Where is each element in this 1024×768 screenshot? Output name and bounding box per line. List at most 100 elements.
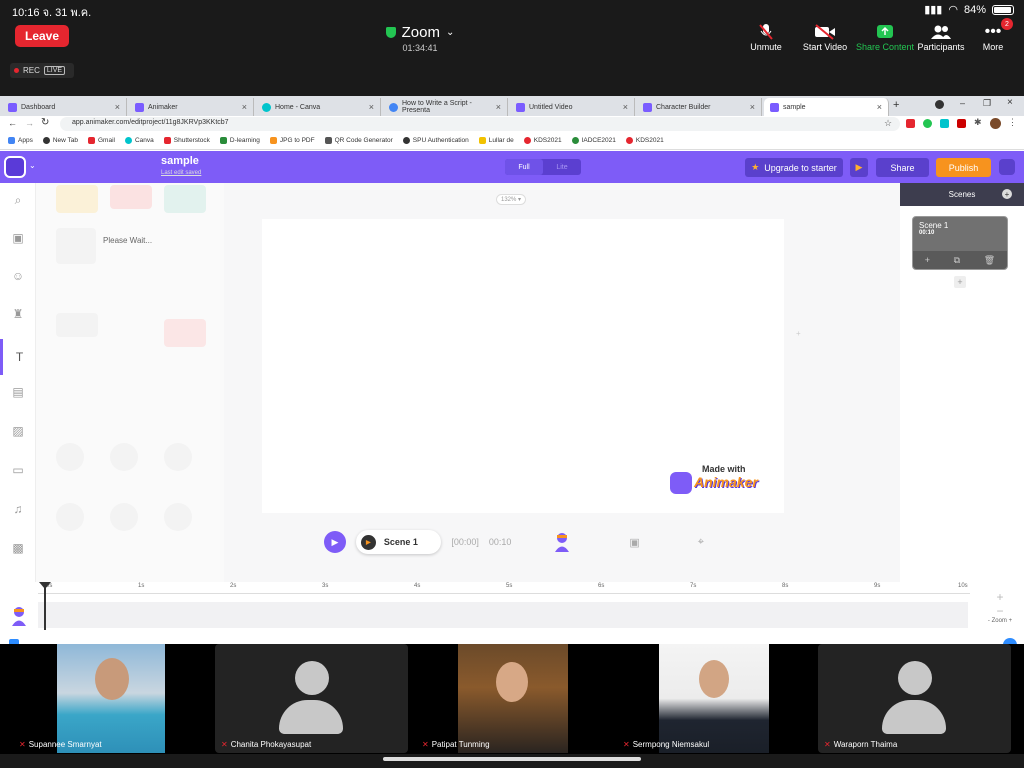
bookmark-item[interactable]: Gmail [88, 137, 115, 144]
timeline-track[interactable] [38, 602, 968, 628]
back-icon[interactable]: ← [8, 118, 17, 128]
close-icon[interactable]: × [750, 102, 755, 112]
asset-thumbnail[interactable] [56, 228, 96, 264]
start-video-button[interactable]: Start Video [793, 22, 857, 52]
minimize-icon[interactable]: – [960, 98, 965, 108]
publish-button[interactable]: Publish [936, 158, 991, 177]
asset-thumbnail[interactable] [110, 185, 152, 209]
templates-icon[interactable]: ▣ [0, 223, 36, 253]
unmute-button[interactable]: Unmute [734, 22, 798, 52]
more-button[interactable]: ••• More 2 [961, 18, 1024, 52]
animaker-logo-icon[interactable] [4, 156, 26, 178]
participant-tile[interactable]: ✕ Supannee Smarnyat [13, 644, 206, 753]
asset-thumbnail[interactable] [110, 443, 138, 471]
last-saved-link[interactable]: Last edit saved [161, 170, 201, 176]
participant-tile[interactable]: ✕ Sermpong Niemsakul [617, 644, 810, 753]
uploads-icon[interactable]: ▩ [0, 533, 36, 563]
bookmark-item[interactable]: Lullar de [478, 137, 514, 144]
playhead[interactable] [44, 582, 46, 630]
tab-search-icon[interactable] [935, 100, 944, 109]
browser-tab-active[interactable]: sample × [764, 98, 889, 116]
scene-card[interactable]: Scene 1 00:10 + ⧉ 🗑 [912, 216, 1008, 270]
add-element-icon[interactable]: + [796, 329, 801, 338]
participant-tile[interactable]: ✕ Patipat Tunming [416, 644, 609, 753]
zoom-out-icon[interactable]: − [980, 604, 1020, 618]
participant-tile[interactable]: ✕ Chanita Phokayasupat [215, 644, 408, 753]
extension-icon[interactable] [940, 119, 949, 128]
forward-icon[interactable]: → [25, 118, 34, 128]
videos-icon[interactable]: ▭ [0, 455, 36, 485]
asset-thumbnail[interactable] [164, 443, 192, 471]
camera-focus-icon[interactable]: ⌖ [698, 536, 704, 549]
timeline-ruler[interactable]: 0s 1s 2s 3s 4s 5s 6s 7s 8s 9s 10s [38, 582, 970, 594]
asset-thumbnail[interactable] [56, 503, 84, 531]
scene-canvas[interactable]: Made with Animaker [262, 219, 784, 513]
music-icon[interactable]: ♫ [0, 494, 36, 524]
search-icon[interactable]: ⌕ [0, 185, 36, 215]
mode-full-button[interactable]: Full [505, 159, 543, 175]
bookmark-item[interactable]: D-learning [219, 137, 260, 144]
bookmark-item[interactable]: QR Code Generator [324, 137, 393, 144]
close-icon[interactable]: × [242, 102, 247, 112]
restore-icon[interactable]: ❐ [983, 98, 991, 109]
zoom-in-icon[interactable]: + [980, 590, 1020, 604]
reload-icon[interactable]: ↻ [41, 117, 49, 128]
bookmark-item[interactable]: Shutterstock [163, 137, 210, 144]
properties-icon[interactable]: ♜ [0, 299, 36, 329]
extension-icon[interactable] [923, 119, 932, 128]
add-scene-icon[interactable]: + [1002, 189, 1012, 199]
canvas-zoom-dropdown[interactable]: 132% ▾ [496, 194, 527, 205]
characters-icon[interactable]: ☺ [0, 261, 36, 291]
bookmark-item[interactable]: KDS2021 [523, 137, 562, 144]
browser-tab[interactable]: Character Builder × [637, 98, 762, 116]
url-input[interactable]: app.animaker.com/editproject/11g8JKRVp3K… [60, 117, 900, 131]
window-close-icon[interactable]: × [1007, 97, 1013, 108]
share-button[interactable]: Share [876, 158, 929, 177]
chevron-down-icon[interactable]: ⌄ [29, 161, 36, 170]
close-icon[interactable]: × [623, 102, 628, 112]
leave-button[interactable]: Leave [15, 25, 69, 47]
new-tab-icon[interactable]: + [893, 99, 899, 111]
bookmark-item[interactable]: Apps [8, 137, 33, 144]
play-button[interactable]: ▶ [324, 531, 346, 553]
browser-tab[interactable]: How to Write a Script - Presenta × [383, 98, 508, 116]
home-indicator[interactable] [383, 757, 641, 761]
trash-icon[interactable]: 🗑 [984, 255, 995, 266]
new-scene-button[interactable]: + [954, 276, 966, 288]
mode-lite-button[interactable]: Lite [543, 159, 581, 175]
asset-thumbnail[interactable] [56, 443, 84, 471]
help-icon[interactable] [999, 159, 1015, 175]
bookmark-item[interactable]: KDS2021 [625, 137, 664, 144]
character-icon[interactable] [553, 532, 571, 552]
close-icon[interactable]: × [369, 102, 374, 112]
browser-tab[interactable]: Untitled Video × [510, 98, 635, 116]
browser-tab[interactable]: Home - Canva × [256, 98, 381, 116]
meeting-title[interactable]: Zoom ⌄ 01:34:41 [370, 24, 470, 53]
preview-play-button[interactable]: ▶ [850, 158, 868, 177]
add-icon[interactable]: + [925, 255, 930, 265]
profile-avatar[interactable] [990, 118, 1001, 129]
share-content-button[interactable]: Share Content [853, 22, 917, 52]
participant-tile[interactable]: ✕ Waraporn Thaima [818, 644, 1011, 753]
text-tool-icon[interactable]: T [0, 339, 36, 375]
asset-thumbnail[interactable] [164, 319, 206, 347]
backgrounds-icon[interactable]: ▤ [0, 377, 36, 407]
images-icon[interactable]: ▨ [0, 416, 36, 446]
screen-icon[interactable]: ▣ [629, 536, 639, 549]
browser-menu-icon[interactable]: ⋮ [1008, 117, 1017, 128]
close-icon[interactable]: × [115, 102, 120, 112]
bookmark-item[interactable]: New Tab [42, 137, 78, 144]
asset-thumbnail[interactable] [56, 185, 98, 213]
character-track-icon[interactable] [10, 606, 28, 631]
scene-play-pill[interactable]: ▶ Scene 1 [355, 530, 442, 554]
duplicate-icon[interactable]: ⧉ [954, 255, 960, 266]
close-icon[interactable]: × [877, 102, 882, 112]
bookmark-item[interactable]: IADCE2021 [571, 137, 616, 144]
extensions-puzzle-icon[interactable]: ✱ [974, 117, 982, 128]
project-name[interactable]: sample [161, 155, 199, 167]
close-icon[interactable]: × [496, 102, 501, 112]
asset-thumbnail[interactable] [110, 503, 138, 531]
extension-icon[interactable] [906, 119, 915, 128]
bookmark-star-icon[interactable]: ☆ [884, 118, 892, 129]
bookmark-item[interactable]: SPU Authentication [402, 137, 469, 144]
